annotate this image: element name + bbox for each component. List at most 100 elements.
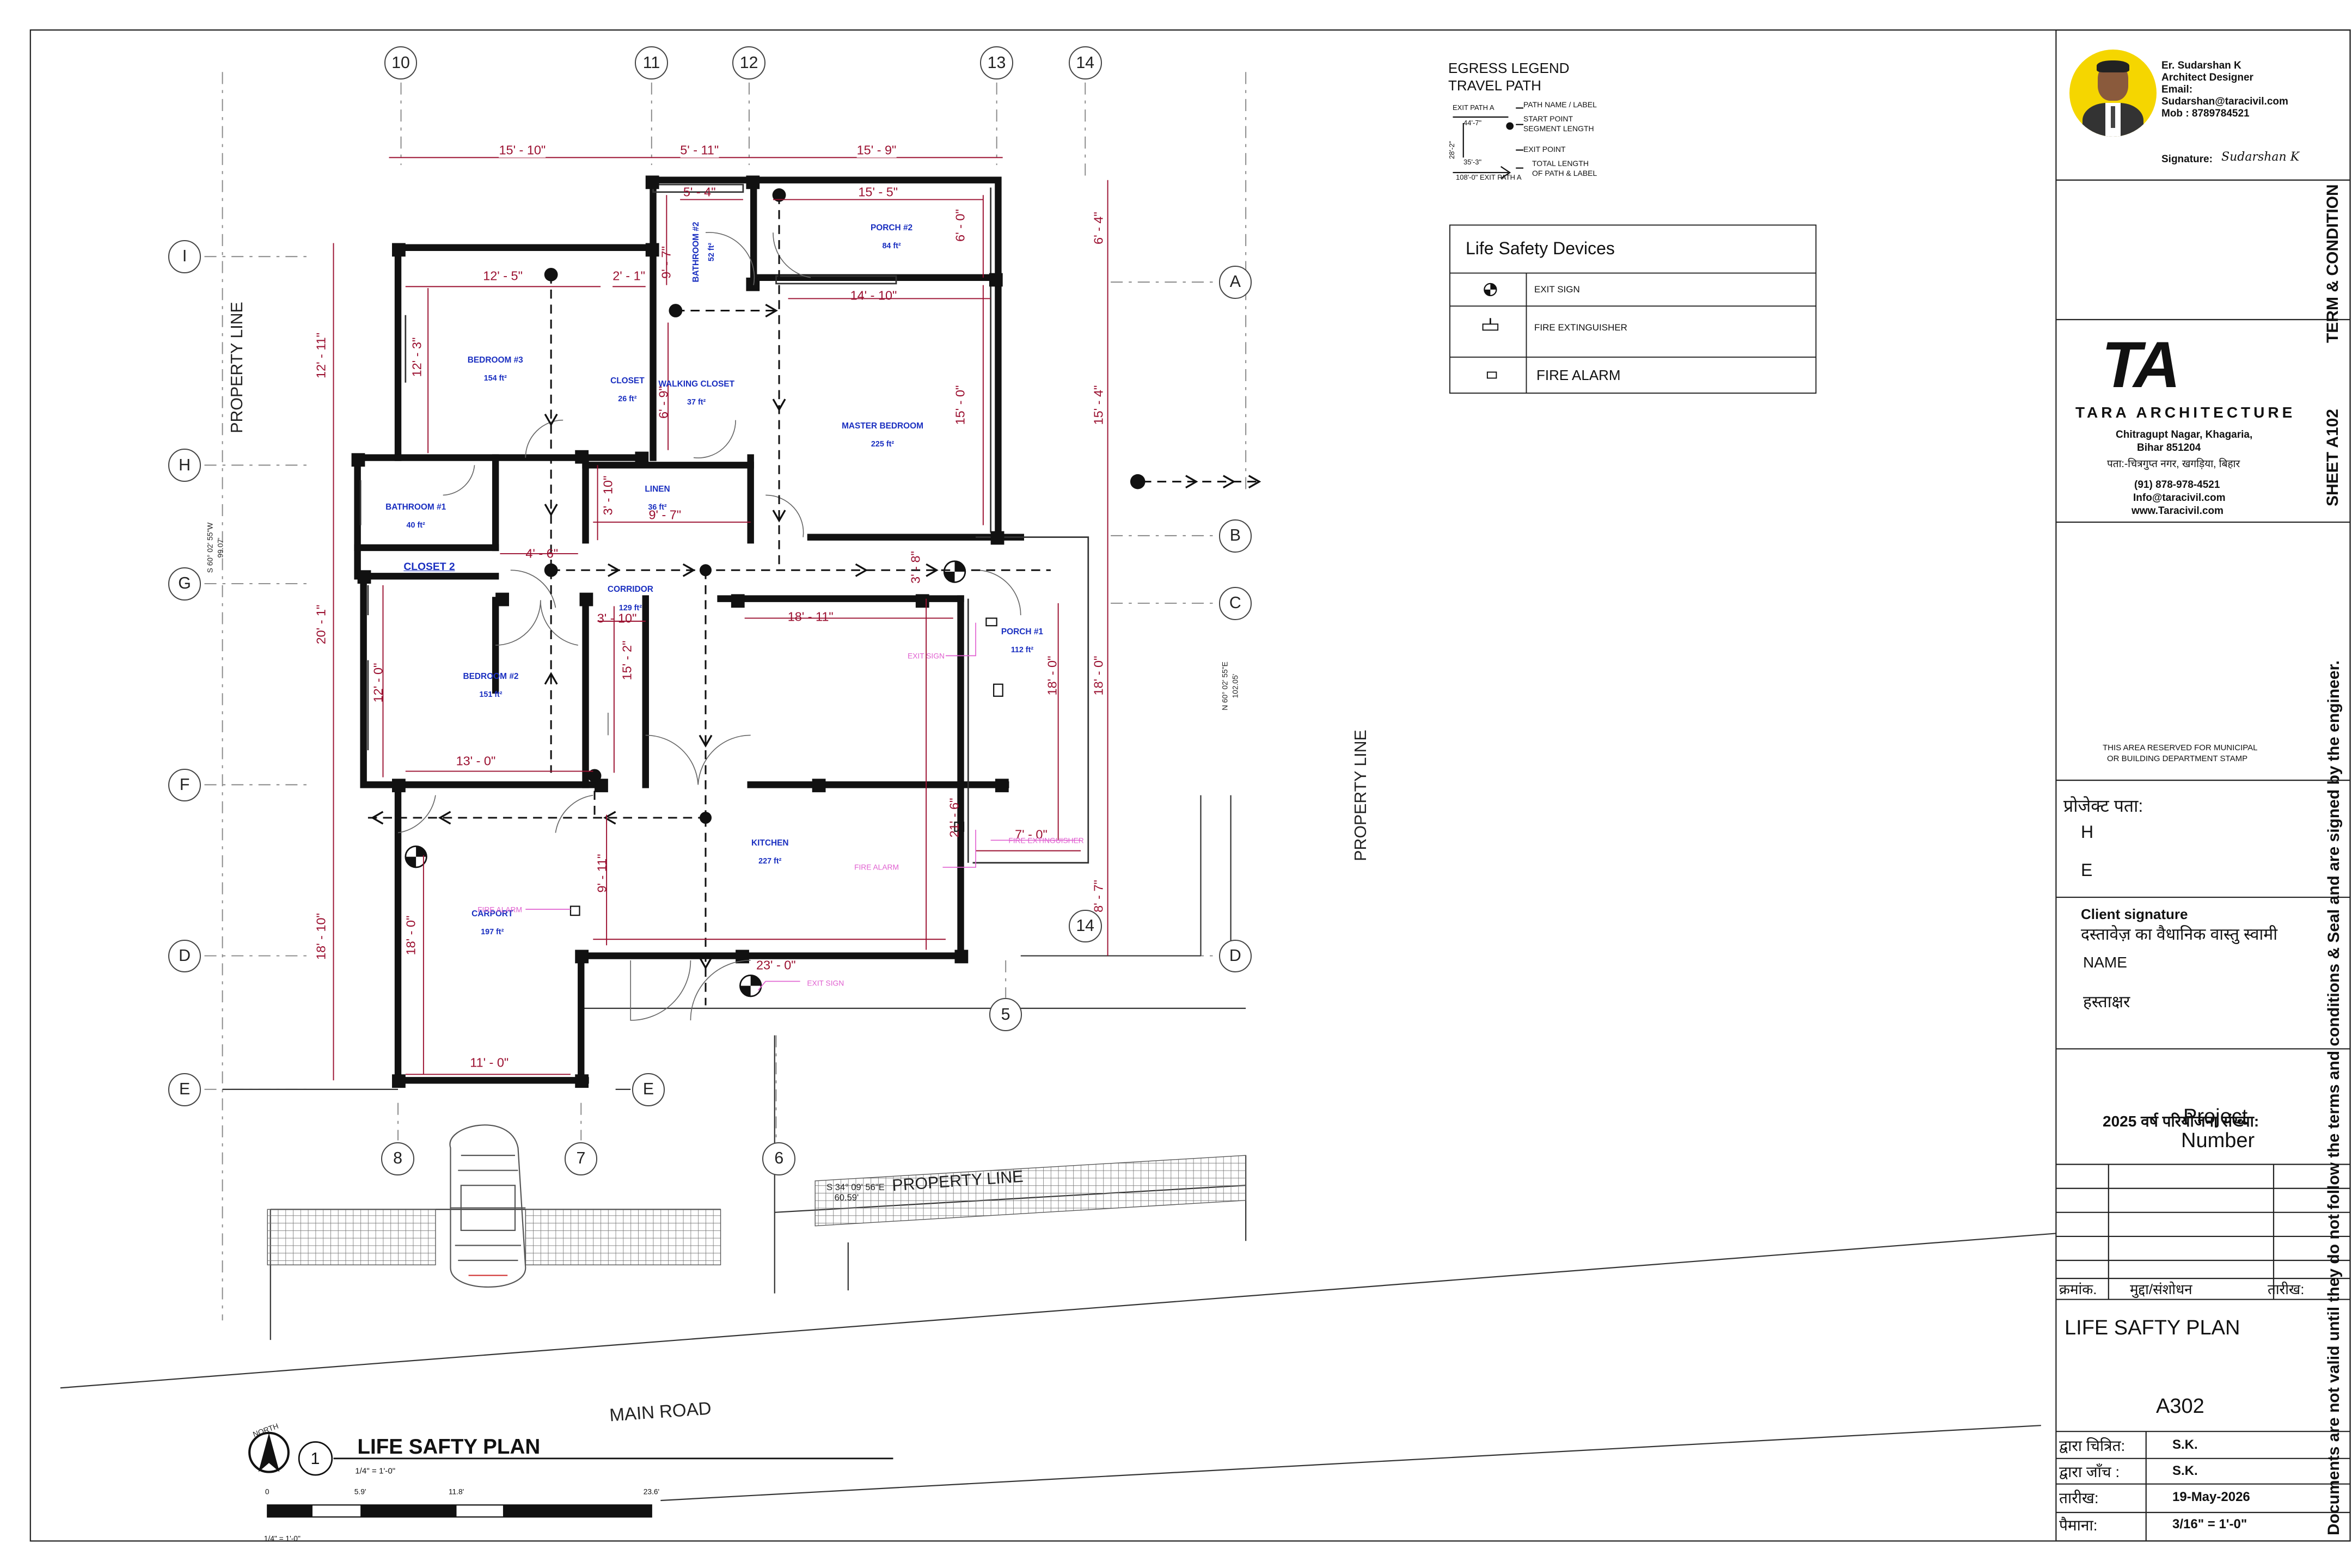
dimension-label: 3' - 8" [908, 551, 923, 584]
room-name: BEDROOM #2 [463, 672, 519, 682]
side-disclaimer: Documents are not valid until they do no… [2325, 660, 2343, 1535]
engineer-avatar [2069, 50, 2157, 137]
dimension-label: 18' - 10" [314, 913, 328, 960]
stamp-note-2: OR BUILDING DEPARTMENT STAMP [2107, 754, 2248, 763]
dimension-label: 2' - 1" [612, 268, 645, 283]
rev-col-number: क्रमांक. [2059, 1281, 2097, 1297]
legend-key-total-1: TOTAL LENGTH [1532, 159, 1589, 168]
exit-sign-symbol-1 [943, 560, 966, 583]
side-sheet: SHEET A102 [2324, 409, 2342, 506]
dimension-label: 13' - 0" [456, 754, 496, 768]
room-area: 129 ft² [618, 603, 642, 612]
legend-key-segment: SEGMENT LENGTH [1523, 124, 1594, 133]
drawn-by: S.K. [2172, 1437, 2198, 1452]
engineer-role: Architect Designer [2161, 72, 2253, 83]
engineer-mobile: Mob : 8789784521 [2161, 108, 2250, 119]
dimension-label: 8' - 7" [1091, 880, 1106, 912]
walls [354, 176, 1024, 1084]
dimension-label: 12' - 5" [483, 268, 523, 283]
project-address-label: प्रोजेक्ट पता: [2063, 796, 2143, 816]
grid-bubble-right: A [1218, 265, 1252, 299]
bearing-label: 60.59' [834, 1192, 859, 1203]
floor-plan-drawing [29, 29, 2351, 1542]
property-line-label: PROPERTY LINE [228, 302, 246, 434]
dimension-lines [333, 157, 1108, 1081]
legend-key-total-2: OF PATH & LABEL [1532, 169, 1597, 177]
engineer-signature: Sudarshan K [2221, 150, 2300, 164]
scale-tick: 5.9' [354, 1487, 366, 1496]
dimension-label: 18' - 0" [1045, 656, 1059, 695]
client-signature-label: Client signature [2081, 906, 2188, 922]
dimension-label: 21' - 6" [947, 798, 961, 838]
scale-bar [267, 1504, 652, 1518]
grid-bubble-bottom: 6 [762, 1142, 796, 1175]
dimension-label: 23' - 0" [756, 958, 796, 972]
room-name: CLOSET [610, 376, 645, 386]
devices-title: Life Safety Devices [1466, 238, 1615, 258]
grid-bubble-right: B [1218, 519, 1252, 553]
view-number: 1 [310, 1449, 320, 1468]
scale-tick: 23.6' [643, 1487, 660, 1496]
grid-bubble-left: G [168, 567, 201, 601]
grid-bubble-top: 11 [635, 46, 668, 80]
project-number-line-1: Project [2183, 1105, 2248, 1128]
legend-seg-1: 44'-7" [1463, 119, 1482, 127]
sheet-scale: 3/16" = 1'-0" [2172, 1517, 2247, 1532]
dimension-label: 12' - 0" [371, 663, 385, 703]
grid-bubble-right: D [1218, 939, 1252, 973]
bearing-label: S 60° 02' 55"W [206, 522, 215, 573]
device-tag: EXIT SIGN [908, 652, 945, 660]
legend-key-path-name: PATH NAME / LABEL [1523, 100, 1597, 109]
scale-tick: 0 [265, 1487, 270, 1496]
device-tag: EXIT SIGN [807, 979, 844, 988]
firm-name: TARA ARCHITECTURE [2075, 404, 2296, 421]
grid-bubble-top: 13 [980, 46, 1013, 80]
dimension-label: 4' - 6" [525, 546, 559, 561]
doors [397, 232, 1021, 1021]
egress-arrowheads [370, 304, 1261, 970]
grid-bubble-left: I [168, 240, 201, 273]
device-tag: FIRE ALARM [854, 863, 899, 872]
room-name: CORRIDOR [607, 585, 653, 595]
legend-key-exit: EXIT POINT [1523, 145, 1566, 154]
dimension-label: 9' - 7" [659, 246, 673, 279]
grid-bubble-top: 12 [732, 46, 765, 80]
north-arrow [248, 1431, 290, 1473]
legend-key-start: START POINT [1523, 114, 1573, 123]
dimension-label: 12' - 3" [409, 337, 424, 377]
grid-bubble-top: 14 [1068, 46, 1102, 80]
legend-exit-path: EXIT PATH A [1453, 103, 1494, 112]
dim-top: 15' - 9" [856, 143, 897, 158]
firm-address-1: Chitragupt Nagar, Khagaria, [2116, 429, 2253, 440]
room-area: 40 ft² [406, 520, 425, 530]
legend-title-2: TRAVEL PATH [1448, 77, 1541, 94]
car-outline [449, 1124, 526, 1288]
dimension-label: 6' - 4" [1091, 212, 1106, 244]
drawn-by-label: द्वारा चित्रित: [2059, 1437, 2126, 1454]
dimension-label: 15' - 5" [858, 185, 898, 199]
device-fire-extinguisher: FIRE EXTINGUISHER [1534, 322, 1627, 333]
room-area: 112 ft² [1010, 645, 1034, 654]
dimension-label: 3' - 10" [597, 611, 637, 626]
legend-title-1: EGRESS LEGEND [1448, 60, 1570, 76]
side-terms: TERM & CONDITION [2324, 184, 2342, 343]
address-e: E [2081, 860, 2093, 880]
sheet-number: A302 [2156, 1395, 2204, 1418]
engineer-email[interactable]: Sudarshan@taracivil.com [2161, 96, 2288, 108]
device-fire-alarm: FIRE ALARM [1536, 367, 1621, 383]
grid-bubble-bottom: 5 [989, 998, 1022, 1031]
grid-bubble-right: E [632, 1073, 665, 1106]
hatch-strips [267, 1155, 1246, 1265]
grid-bubble-bottom: 8 [381, 1142, 414, 1175]
dimension-label: 18' - 0" [403, 915, 418, 955]
address-h: H [2081, 822, 2094, 842]
devices-table-icons [1482, 283, 1499, 379]
checked-by-label: द्वारा जाँच : [2059, 1463, 2120, 1480]
room-area: 36 ft² [648, 503, 667, 512]
legend-seg-3: 35'-3" [1463, 158, 1482, 166]
firm-email[interactable]: Info@taracivil.com [2133, 492, 2226, 504]
grid-bubble-left: E [168, 1073, 201, 1106]
firm-website[interactable]: www.Taracivil.com [2132, 505, 2224, 517]
room-area: 151 ft² [479, 690, 503, 700]
rev-col-date: तारीख: [2268, 1281, 2305, 1297]
